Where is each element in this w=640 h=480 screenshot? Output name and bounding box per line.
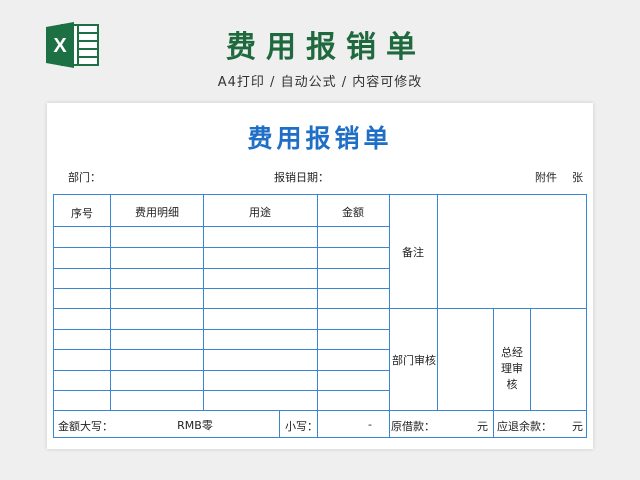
form-paper: 费用报销单 部门： 报销日期： 附件 张 序号 费用明细 用途 金额 备注 部门…: [47, 103, 593, 449]
gm-review-label: 总经理审核: [501, 346, 523, 391]
amount-lower-value: -: [368, 418, 372, 431]
refund-label: 应退余款：: [497, 420, 552, 433]
amount-lower-label: 小写：: [285, 420, 318, 433]
header-detail: 费用明细: [135, 206, 179, 219]
amount-upper-label: 金额大写：: [58, 420, 113, 433]
banner-title: 费用报销单: [226, 30, 426, 65]
banner-subtitle: A4打印 / 自动公式 / 内容可修改: [217, 75, 423, 90]
dept-review-label: 部门审核: [392, 354, 436, 367]
refund-unit: 元: [572, 420, 583, 433]
header-amount: 金额: [342, 206, 364, 219]
form-table-grid: [53, 194, 587, 438]
original-loan-label: 原借款：: [391, 420, 435, 433]
header-seq: 序号: [71, 207, 93, 220]
remark-label: 备注: [402, 246, 424, 259]
amount-upper-value: RMB零: [177, 419, 213, 432]
header-purpose: 用途: [249, 206, 271, 219]
original-loan-unit: 元: [477, 420, 488, 433]
